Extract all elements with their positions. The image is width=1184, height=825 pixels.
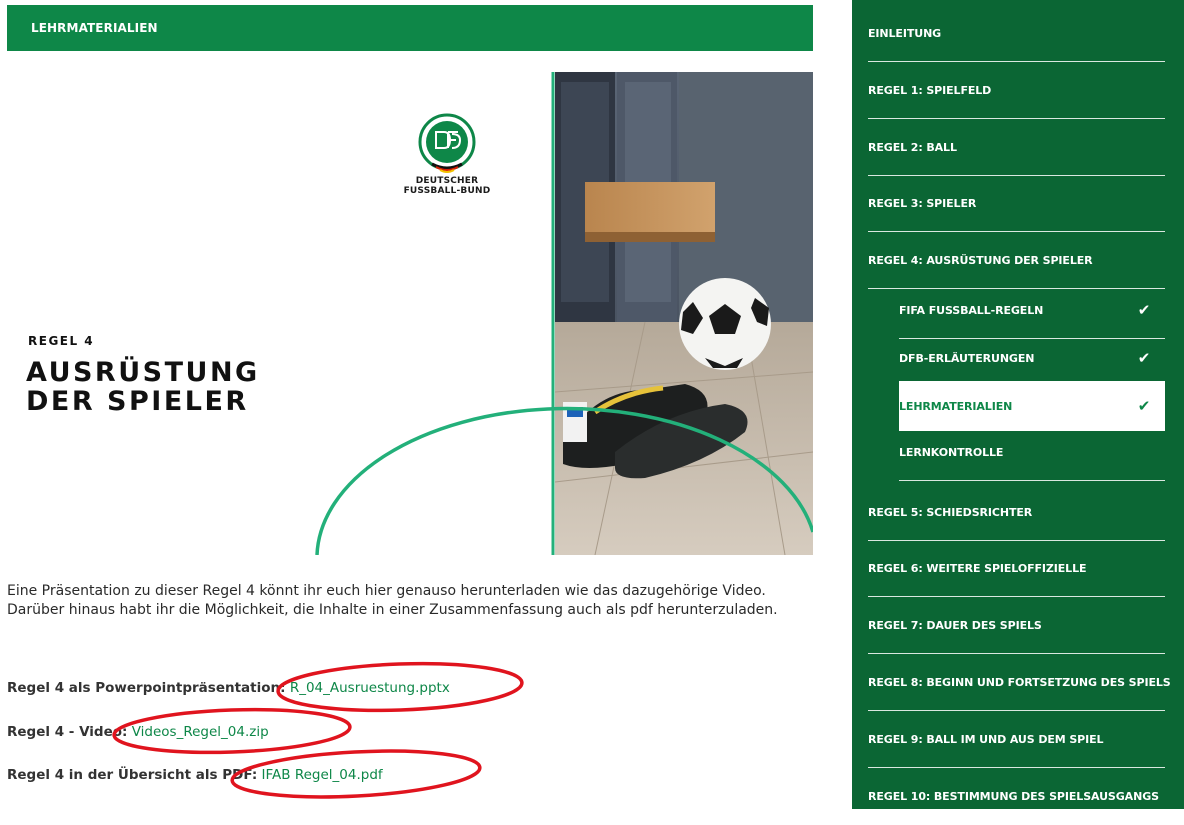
download-row-pptx: Regel 4 als Powerpointpräsentation: R_04…: [7, 680, 450, 696]
sidebar-item-einleitung[interactable]: EINLEITUNG: [868, 5, 1165, 62]
intro-paragraph: Eine Präsentation zu dieser Regel 4 könn…: [7, 583, 778, 618]
check-icon: ✔: [1137, 397, 1151, 415]
rule-title: AUSRÜSTUNG DER SPIELER: [26, 357, 260, 417]
download-link-pdf[interactable]: IFAB Regel_04.pdf: [262, 767, 383, 783]
check-icon: ✔: [1137, 349, 1151, 367]
sidebar-item-regel-6[interactable]: REGEL 6: WEITERE SPIELOFFIZIELLE: [868, 540, 1165, 597]
sidebar-subitem-dfb-erlaeuterungen[interactable]: DFB-ERLÄUTERUNGEN ✔: [899, 330, 1165, 387]
sidebar-item-regel-9[interactable]: REGEL 9: BALL IM UND AUS DEM SPIEL: [868, 711, 1165, 768]
sidebar-item-regel-1[interactable]: REGEL 1: SPIELFELD: [868, 62, 1165, 119]
download-link-video[interactable]: Videos_Regel_04.zip: [132, 724, 269, 740]
dfb-crest-icon: [418, 113, 476, 173]
download-row-video: Regel 4 - Video: Videos_Regel_04.zip: [7, 724, 269, 740]
section-header: LEHRMATERIALIEN: [7, 5, 813, 51]
download-label: Regel 4 in der Übersicht als PDF:: [7, 767, 258, 783]
check-icon: ✔: [1137, 301, 1151, 319]
sidebar-item-regel-4[interactable]: REGEL 4: AUSRÜSTUNG DER SPIELER: [868, 232, 1165, 289]
sidebar-item-regel-3[interactable]: REGEL 3: SPIELER: [868, 175, 1165, 232]
sidebar-item-regel-10[interactable]: REGEL 10: BESTIMMUNG DES SPIELSAUSGANGS: [868, 768, 1165, 825]
sidebar-item-regel-5[interactable]: REGEL 5: SCHIEDSRICHTER: [868, 484, 1165, 541]
dfb-logo: DEUTSCHER FUSSBALL-BUND: [387, 112, 507, 196]
section-header-title: LEHRMATERIALIEN: [31, 21, 158, 35]
rules-sidebar: EINLEITUNG REGEL 1: SPIELFELD REGEL 2: B…: [852, 0, 1184, 809]
download-label: Regel 4 als Powerpointpräsentation:: [7, 680, 286, 696]
sidebar-item-regel-8[interactable]: REGEL 8: BEGINN UND FORTSETZUNG DES SPIE…: [868, 654, 1171, 711]
rule-number: REGEL 4: [28, 334, 95, 348]
download-label: Regel 4 - Video:: [7, 724, 128, 740]
sidebar-item-regel-7[interactable]: REGEL 7: DAUER DES SPIELS: [868, 597, 1165, 654]
sidebar-subitem-lernkontrolle[interactable]: LERNKONTROLLE: [899, 424, 1165, 481]
hero-banner: DEUTSCHER FUSSBALL-BUND REGEL 4 AUSRÜSTU…: [7, 72, 813, 555]
download-row-pdf: Regel 4 in der Übersicht als PDF: IFAB R…: [7, 767, 383, 783]
download-link-pptx[interactable]: R_04_Ausruestung.pptx: [290, 680, 450, 696]
sidebar-item-regel-2[interactable]: REGEL 2: BALL: [868, 119, 1165, 176]
dfb-logo-text: DEUTSCHER FUSSBALL-BUND: [403, 176, 491, 196]
